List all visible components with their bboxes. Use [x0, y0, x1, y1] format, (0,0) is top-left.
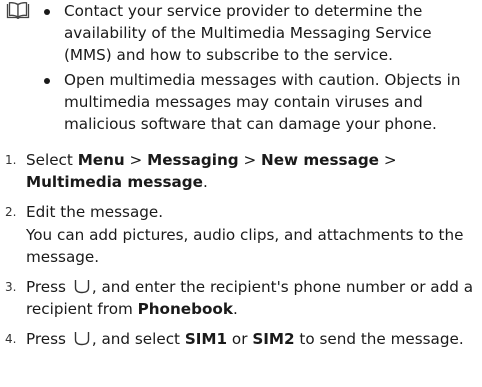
step-text: Select [26, 151, 78, 169]
step-text: or [227, 330, 253, 349]
step-item: 3. Press , and enter the recipient's pho… [5, 276, 481, 320]
step-item: 2. Edit the message. You can add picture… [5, 201, 481, 268]
steps-list: 1. Select Menu > Messaging > New message… [5, 149, 481, 359]
note-bullet-text: Contact your service provider to determi… [64, 2, 432, 65]
step-item: 4. Press , and select SIM1 or SIM2 to se… [5, 328, 481, 350]
messaging-label: Messaging [147, 151, 239, 169]
step-text: . [232, 300, 238, 319]
phonebook-label: Phonebook [137, 300, 233, 319]
menu-label: Menu [77, 151, 125, 169]
note-bullet-text: Open multimedia messages with caution. O… [64, 70, 461, 134]
step-text: . [202, 173, 208, 192]
call-key-icon [74, 280, 90, 294]
multimedia-message-label: Multimedia message [26, 173, 203, 192]
step-text: , and enter the recipient's phone number… [26, 278, 474, 319]
note-bullet: Open multimedia messages with caution. O… [42, 69, 482, 136]
note-bullet-list: Contact your service provider to determi… [42, 0, 482, 137]
new-message-label: New message [261, 151, 379, 169]
step-item: 1. Select Menu > Messaging > New message… [5, 149, 481, 193]
step-text: Press [26, 278, 71, 297]
step-text: Press [26, 330, 71, 349]
separator: > [238, 151, 262, 169]
bullet-dot-icon [44, 9, 50, 15]
book-icon [6, 2, 30, 19]
note-bullet: Contact your service provider to determi… [42, 0, 482, 67]
call-key-icon [74, 332, 90, 346]
sim1-label: SIM1 [184, 330, 228, 349]
step-detail: You can add pictures, audio clips, and a… [26, 225, 464, 266]
sim2-label: SIM2 [252, 330, 295, 349]
step-number: 4. [5, 332, 17, 347]
step-text: to send the message. [294, 330, 464, 349]
step-number: 3. [5, 280, 17, 295]
step-text: , and select [91, 330, 185, 349]
bullet-dot-icon [44, 77, 50, 84]
step-number: 1. [5, 153, 17, 167]
step-number: 2. [5, 205, 17, 220]
separator: > [379, 151, 397, 169]
separator: > [124, 151, 148, 169]
step-text: Edit the message. [26, 203, 164, 222]
